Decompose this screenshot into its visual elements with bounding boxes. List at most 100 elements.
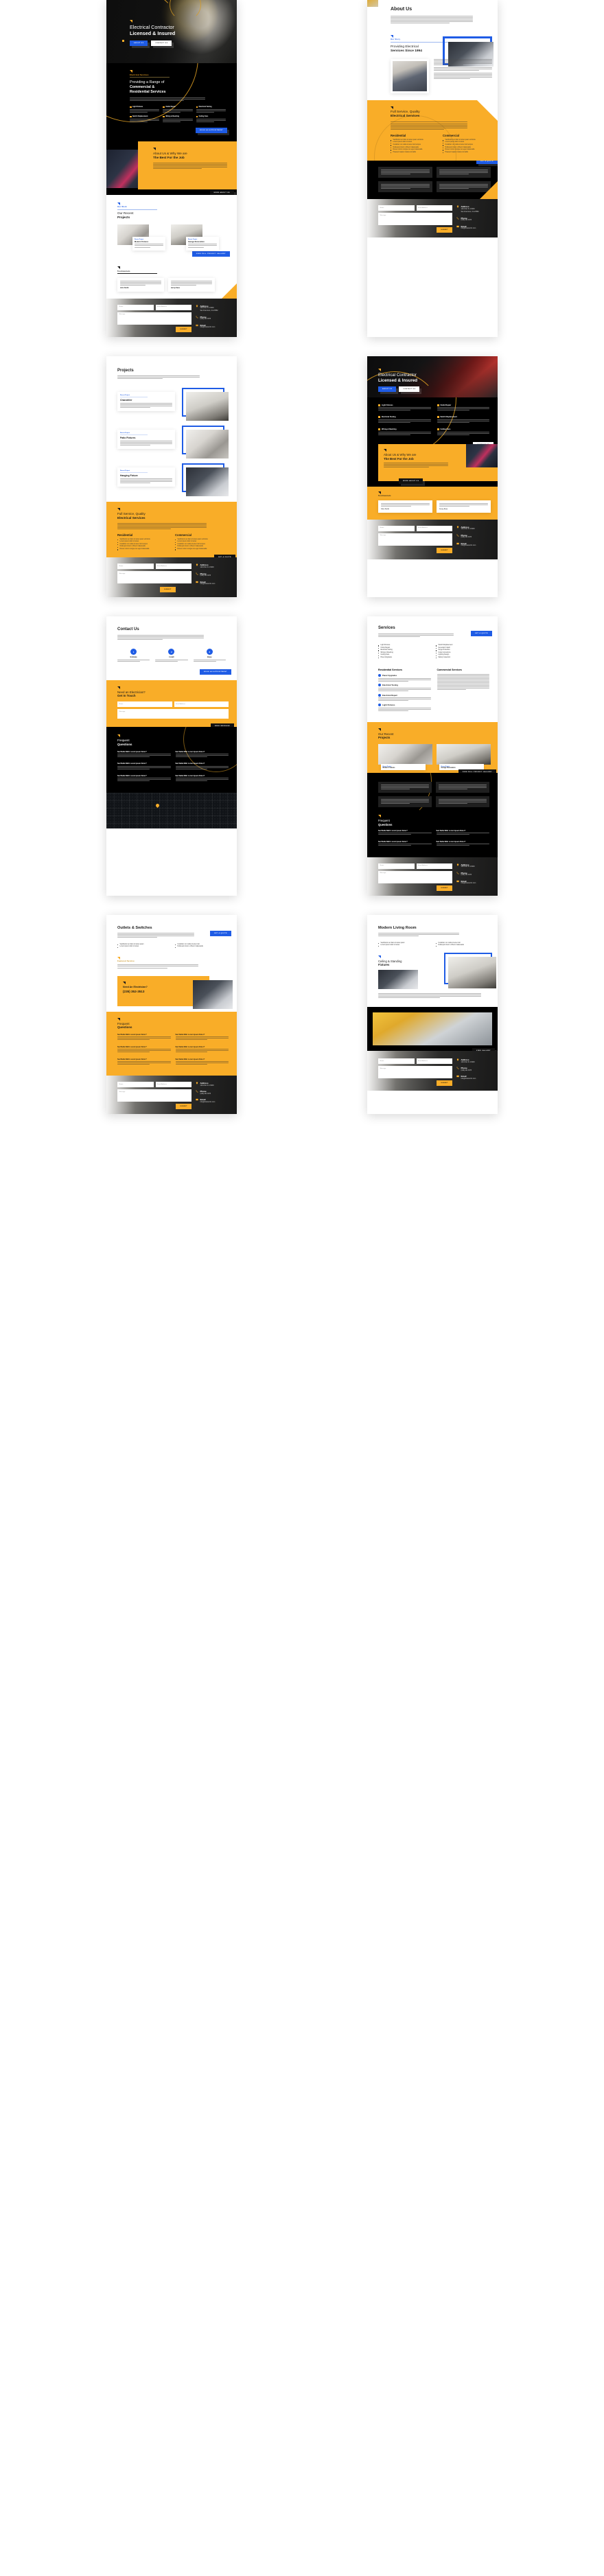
map-section[interactable] <box>106 792 237 828</box>
faq-item[interactable]: Sed Nulla Nibh Lorem Ipsum Dolor? <box>436 830 489 835</box>
project-card[interactable]: Recent Project Garage Renovation <box>437 744 491 771</box>
faq-item[interactable]: Sed Nulla Nibh Lorem Ipsum Dolor? <box>175 1058 229 1065</box>
name-input-placeholder: Name <box>119 1083 124 1085</box>
bolt-icon <box>130 115 132 118</box>
dark-card <box>436 782 489 793</box>
step-number: 2 <box>168 649 175 655</box>
name-input-placeholder: Name <box>119 703 124 705</box>
hero-about-us-button[interactable]: About Us <box>378 386 397 393</box>
bolt-icon <box>196 106 198 108</box>
bullet-item: Nulla quis lorem ut libero malesuada <box>436 944 487 947</box>
faq-item[interactable]: Sed Nulla Nibh Lorem Ipsum Dolor? <box>117 751 171 758</box>
faq-item[interactable]: Sed Nulla Nibh Lorem Ipsum Dolor? <box>117 763 171 769</box>
faq-question: Sed Nulla Nibh Lorem Ipsum Dolor? <box>117 1045 147 1048</box>
hero-about-us-button[interactable]: About Us <box>130 40 148 46</box>
contact-value: (346) 234 3675 <box>461 220 472 222</box>
hero-contact-us-button[interactable]: Contact Us <box>399 386 420 393</box>
contact-label: Phone <box>461 216 467 220</box>
footer-contact-section: Name Email Address Message Submit Addres… <box>367 857 498 896</box>
feature-item: Outlet Repair <box>437 404 489 412</box>
project-block[interactable]: Recent Project Patio Fixtures <box>117 426 230 459</box>
projects-eyebrow: Our Work <box>117 206 127 209</box>
faq-item[interactable]: Sed Nulla Nibh Lorem Ipsum Dolor? <box>175 1034 229 1041</box>
submit-button[interactable]: Submit <box>437 1080 452 1086</box>
page-thumbnail-outlets[interactable]: Outlets & Switches Get a Quote Vestibulu… <box>106 914 237 1115</box>
submit-button[interactable]: Submit <box>437 885 452 891</box>
commercial-column: Commercial Vestibulum ac diam sit amet q… <box>443 134 488 154</box>
testimonial-quote <box>171 280 212 286</box>
contact-label: Email <box>200 1098 206 1102</box>
contact-address: Address 1234 Divi St. #1000 <box>456 863 492 869</box>
project-card[interactable]: Recent Project Modern Fixtures <box>117 224 165 251</box>
project-card[interactable]: Recent Project Garage Renovation <box>171 224 219 251</box>
phone-icon <box>196 1090 198 1093</box>
contact-address: Address 1234 Divi St. #1000 San Francisc… <box>456 205 492 213</box>
outlets-bullets: Vestibulum ac diam sit amet quam Lorem i… <box>106 942 237 955</box>
submit-button[interactable]: Submit <box>437 547 452 553</box>
submit-button[interactable]: Submit <box>437 227 452 233</box>
page-thumbnail-projects[interactable]: Projects Recent Project Chandelier Recen <box>106 356 237 598</box>
get-quote-button[interactable]: Get a Quote <box>209 930 231 936</box>
faq-question: Sed Nulla Nibh Lorem Ipsum Dolor? <box>117 750 147 753</box>
page-thumbnail-services[interactable]: Services Get a Quote Light Fixtures Outl… <box>367 616 498 896</box>
faq-item[interactable]: Sed Nulla Nibh Lorem Ipsum Dolor? <box>378 830 432 835</box>
project-eyebrow: Recent Project <box>120 470 130 472</box>
faq-answer <box>117 778 171 782</box>
accent-triangle-icon <box>378 815 381 818</box>
faq-item[interactable]: Sed Nulla Nibh Lorem Ipsum Dolor? <box>175 775 229 782</box>
feature-title: Wiring & Rewiring <box>382 428 397 431</box>
faq-item[interactable]: Sed Nulla Nibh Lorem Ipsum Dolor? <box>175 751 229 758</box>
faq-item[interactable]: Sed Nulla Nibh Lorem Ipsum Dolor? <box>117 1058 171 1065</box>
faq-item[interactable]: Sed Nulla Nibh Lorem Ipsum Dolor? <box>117 1046 171 1053</box>
bolt-icon <box>437 428 439 431</box>
email-input-placeholder: Email Address <box>157 306 167 308</box>
accent-triangle-icon <box>378 368 381 371</box>
faq-item[interactable]: Sed Nulla Nibh Lorem Ipsum Dolor? <box>378 841 432 846</box>
faq-question: Sed Nulla Nibh Lorem Ipsum Dolor? <box>175 775 205 778</box>
page-thumbnail-home-alt[interactable]: Electrical Contractor Licensed & Insured… <box>367 356 498 598</box>
email-input-placeholder: Email Address <box>157 566 167 568</box>
feature-grid-section: Light Fixtures Outlet Repair Electrical … <box>367 397 498 444</box>
faq-item[interactable]: Sed Nulla Nibh Lorem Ipsum Dolor? <box>175 763 229 769</box>
book-appointment-button[interactable]: Book an Appointment <box>196 127 227 133</box>
get-quote-button[interactable]: Get a Quote <box>470 631 492 637</box>
more-about-us-button[interactable]: More About Us <box>399 478 423 484</box>
project-block[interactable]: Recent Project Hanging Fixture <box>117 463 230 497</box>
page-thumbnail-living-room[interactable]: Modern Living Room Vestibulum ac diam si… <box>367 914 498 1115</box>
faq-item[interactable]: Sed Nulla Nibh Lorem Ipsum Dolor? <box>117 1034 171 1041</box>
contact-email: Email info@divielectric.com <box>196 581 231 586</box>
contact-label: Address <box>200 1082 209 1085</box>
project-card[interactable]: Recent Project Modern Fixtures <box>378 744 432 771</box>
faq-eyebrow: Frequent <box>378 819 390 823</box>
contact-label: Email <box>461 1075 467 1078</box>
hero-contact-us-button[interactable]: Contact Us <box>151 40 172 46</box>
page-thumbnail-about[interactable]: About Us Our Story Providing Electrical … <box>367 0 498 337</box>
faq-item[interactable]: Sed Nulla Nibh Lorem Ipsum Dolor? <box>175 1046 229 1053</box>
submit-button[interactable]: Submit <box>160 587 176 593</box>
contact-label: Phone <box>200 315 207 318</box>
submit-button[interactable]: Submit <box>176 326 191 332</box>
hero-section: Electrical Contractor Licensed & Insured… <box>367 356 498 397</box>
book-appointment-button[interactable]: Book an Appointment <box>200 669 231 675</box>
testimonials-section: Testimonials John Smith Jenny Kane <box>106 262 237 299</box>
submit-button[interactable]: Submit <box>176 1104 191 1110</box>
feature-title: Ceiling Fans <box>198 115 209 117</box>
hero-title-line1: Electrical Contractor <box>378 372 417 378</box>
name-input-placeholder: Name <box>119 306 124 308</box>
project-block[interactable]: Recent Project Chandelier <box>117 388 230 421</box>
view-gallery-button[interactable]: View Full Project Gallery <box>191 251 230 257</box>
page-thumbnail-home[interactable]: Electrical Contractor Licensed & Insured… <box>106 0 237 337</box>
about-band-body <box>384 463 448 468</box>
more-about-us-button[interactable]: More About Us <box>209 189 234 195</box>
service-title: Light Fixtures <box>382 704 395 707</box>
get-quote-button[interactable]: Get a Quote <box>476 161 498 165</box>
message-input-placeholder: Message <box>119 710 126 712</box>
project-title: Modern Fixtures <box>135 240 149 243</box>
faq-item[interactable]: Sed Nulla Nibh Lorem Ipsum Dolor? <box>436 841 489 846</box>
bolt-icon <box>130 106 132 108</box>
page-thumbnail-contact[interactable]: Contact Us 1 Estimate 2 Install 3 Enjoy … <box>106 616 237 896</box>
projects-title-line2: Projects <box>117 216 130 220</box>
services-title-line3: Residential Services <box>130 89 166 94</box>
faq-item[interactable]: Sed Nulla Nibh Lorem Ipsum Dolor? <box>117 775 171 782</box>
story-body-2 <box>434 67 492 71</box>
